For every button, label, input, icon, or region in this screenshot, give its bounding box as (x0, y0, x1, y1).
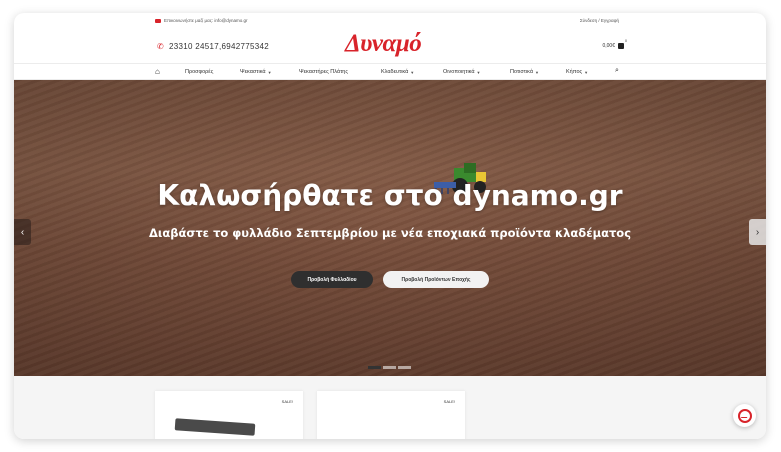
view-season-products-button[interactable]: Προβολή Προϊόντων Εποχής (383, 271, 489, 288)
chevron-down-icon: ▼ (410, 69, 415, 75)
nav-item-irrigation[interactable]: Ποτιστικά ▼ (510, 69, 539, 75)
chevron-down-icon: ▼ (535, 69, 539, 75)
site-logo[interactable]: Δυναμό (345, 30, 422, 58)
sale-badge: SALE! (281, 399, 293, 404)
search-icon[interactable]: ⌕ (615, 67, 619, 75)
nav-item-winemaking[interactable]: Οινοποιητικά ▼ (443, 69, 481, 75)
slider-next-button[interactable]: › (749, 219, 766, 245)
nav-item-label: Ψεκαστήρες Πλάτης (299, 69, 348, 75)
nav-item-label: Κήπος (566, 69, 583, 75)
nav-item-label: Κλαδευτικά (381, 69, 409, 75)
slider-dot-1[interactable] (368, 366, 381, 369)
hero-slider: Καλωσήρθατε στο dynamo.gr Διαβάστε το φυ… (14, 80, 766, 376)
contact-email[interactable]: Επικοινωνήστε μαζί μας: info@dynamo.gr (155, 18, 248, 23)
nav-item-pruning[interactable]: Κλαδευτικά ▼ (381, 69, 414, 75)
hero-subtitle: Διαβάστε το φυλλάδιο Σεπτεμβρίου με νέα … (148, 226, 632, 240)
contact-email-label: Επικοινωνήστε μαζί μας: info@dynamo.gr (164, 18, 248, 23)
slider-dot-2[interactable] (383, 366, 396, 369)
nav-item-backpack-sprayers[interactable]: Ψεκαστήρες Πλάτης (299, 69, 348, 75)
phone-number: 23310 24517,6942775342 (169, 42, 270, 51)
products-section: SALE! SALE! (14, 376, 766, 439)
chevron-left-icon: ‹ (20, 226, 25, 238)
nav-item-label: Οινοποιητικά (443, 69, 475, 75)
phone-icon: ✆ (157, 42, 165, 51)
nav-item-label: Προσφορές (185, 69, 214, 75)
cart-total: 0,00€ (602, 43, 615, 49)
slider-pagination (368, 366, 411, 369)
phone-contact[interactable]: ✆ 23310 24517,6942775342 (157, 42, 269, 51)
product-card[interactable]: SALE! (317, 391, 465, 439)
cart-count: 0 (625, 39, 627, 43)
nav-item-offers[interactable]: Προσφορές (185, 69, 213, 75)
chevron-right-icon: › (755, 226, 760, 238)
site-header: ✆ 23310 24517,6942775342 Δυναμό 0,00€ 0 (14, 29, 766, 63)
nav-item-label: Ψεκαστικά (240, 69, 266, 75)
product-card[interactable]: SALE! (155, 391, 303, 439)
product-image (174, 418, 256, 436)
slider-dot-3[interactable] (398, 366, 411, 369)
shopping-bag-icon: 0 (618, 39, 627, 49)
main-navigation: ⌂ Προσφορές Ψεκαστικά ▼ Ψεκαστήρες Πλάτη… (14, 63, 766, 80)
nav-item-label: Ποτιστικά (510, 69, 533, 75)
home-icon[interactable]: ⌂ (155, 67, 160, 76)
cart-button[interactable]: 0,00€ 0 (602, 39, 627, 49)
login-link[interactable]: Σύνδεση / Εγγραφή (580, 18, 619, 23)
top-bar: Επικοινωνήστε μαζί μας: info@dynamo.gr Σ… (14, 13, 766, 29)
chevron-down-icon: ▼ (476, 69, 481, 75)
mail-icon (155, 18, 161, 23)
messenger-chat-button[interactable] (733, 404, 756, 427)
browser-page: Επικοινωνήστε μαζί μας: info@dynamo.gr Σ… (14, 13, 766, 439)
nav-item-sprayers[interactable]: Ψεκαστικά ▼ (240, 69, 272, 75)
sale-badge: SALE! (443, 399, 455, 404)
view-brochure-button[interactable]: Προβολή Φυλλαδίου (291, 271, 373, 288)
slider-prev-button[interactable]: ‹ (14, 219, 31, 245)
messenger-icon (737, 408, 752, 423)
chevron-down-icon: ▼ (267, 69, 272, 75)
chevron-down-icon: ▼ (584, 69, 589, 75)
hero-title: Καλωσήρθατε στο dynamo.gr (157, 179, 623, 212)
nav-item-garden[interactable]: Κήπος ▼ (566, 69, 588, 75)
